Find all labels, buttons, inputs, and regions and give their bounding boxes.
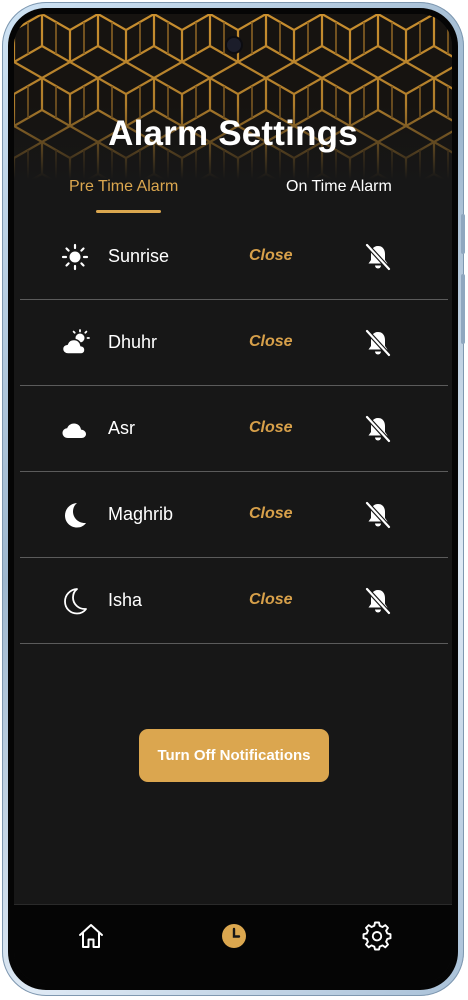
partly-cloudy-sun-icon (61, 329, 90, 355)
bell-off-icon[interactable] (363, 328, 393, 358)
alarm-status: Close (249, 333, 293, 350)
bottom-nav (14, 904, 452, 984)
moon-outline-icon (64, 588, 87, 615)
prayer-row-isha[interactable]: Isha Close (20, 558, 448, 644)
bell-off-icon[interactable] (363, 414, 393, 444)
page-title: Alarm Settings (108, 114, 358, 153)
header-banner: Alarm Settings (14, 14, 452, 179)
bell-off-icon[interactable] (363, 242, 393, 272)
alarm-status: Close (249, 591, 293, 608)
moon-filled-icon (65, 503, 86, 528)
app-screen: Alarm Settings Pre Time Alarm On Time Al… (14, 14, 452, 984)
prayer-row-maghrib[interactable]: Maghrib Close (20, 472, 448, 558)
volume-button (461, 214, 465, 254)
bell-off-icon[interactable] (363, 586, 393, 616)
prayer-name: Maghrib (108, 504, 174, 524)
bell-off-icon[interactable] (363, 500, 393, 530)
alarm-status: Close (249, 419, 293, 436)
prayer-name: Isha (108, 590, 143, 610)
prayer-name: Dhuhr (108, 332, 158, 352)
prayer-row-sunrise[interactable]: Sunrise Close (20, 214, 448, 300)
cloud-icon (62, 423, 86, 438)
row-divider (20, 643, 448, 644)
prayer-name: Sunrise (108, 246, 170, 266)
alarm-status: Close (249, 247, 293, 264)
gear-icon[interactable] (362, 921, 392, 951)
power-button (461, 274, 465, 344)
clock-icon[interactable] (219, 921, 249, 951)
front-camera (227, 38, 241, 52)
turn-off-notifications-button[interactable]: Turn Off Notifications (139, 729, 329, 782)
tab-on-time-alarm[interactable]: On Time Alarm (286, 178, 392, 196)
tab-pre-time-alarm[interactable]: Pre Time Alarm (69, 178, 178, 196)
prayer-row-dhuhr[interactable]: Dhuhr Close (20, 300, 448, 386)
home-icon[interactable] (76, 921, 106, 951)
prayer-row-asr[interactable]: Asr Close (20, 386, 448, 472)
prayer-name: Asr (108, 418, 135, 438)
phone-frame: Alarm Settings Pre Time Alarm On Time Al… (2, 2, 465, 996)
alarm-status: Close (249, 505, 293, 522)
sun-icon (61, 243, 89, 271)
active-tab-indicator (96, 210, 161, 213)
